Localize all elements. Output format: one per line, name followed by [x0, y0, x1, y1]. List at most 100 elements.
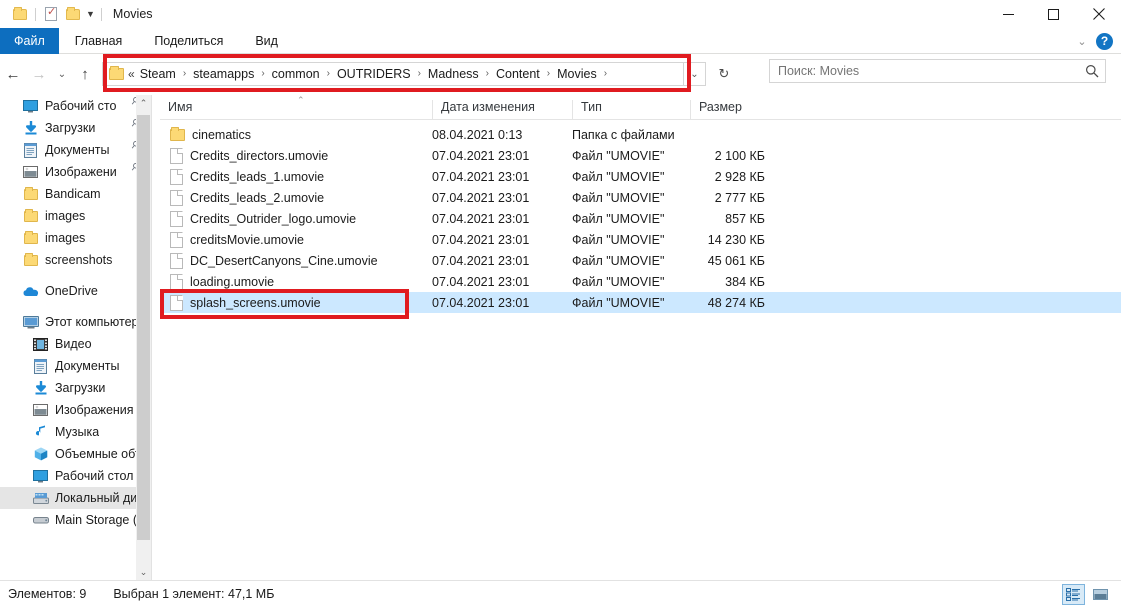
- sidebar-item-загрузки[interactable]: Загрузки ⚲: [0, 116, 152, 139]
- sidebar-item-onedrive[interactable]: OneDrive: [0, 280, 152, 302]
- file-name-label: creditsMovie.umovie: [190, 232, 304, 247]
- window-title: Movies: [112, 7, 153, 21]
- file-name-cell[interactable]: Credits_leads_1.umovie: [160, 168, 432, 185]
- search-input[interactable]: [776, 63, 1085, 79]
- file-name-cell[interactable]: cinematics: [160, 126, 432, 142]
- file-icon: [170, 189, 183, 206]
- local-disk-icon: [32, 490, 49, 506]
- large-icons-view-button[interactable]: [1089, 584, 1112, 605]
- properties-icon[interactable]: [40, 4, 62, 24]
- file-name-cell[interactable]: creditsMovie.umovie: [160, 231, 432, 248]
- sidebar-item-документы[interactable]: Документы: [0, 355, 152, 377]
- breadcrumb-item-steamapps[interactable]: steamapps: [191, 67, 256, 81]
- forward-button[interactable]: →: [26, 59, 52, 89]
- tab-file[interactable]: Файл: [0, 28, 59, 54]
- new-folder-icon[interactable]: [62, 4, 84, 24]
- sidebar-item-bandicam[interactable]: Bandicam: [0, 183, 152, 205]
- sidebar-item-images[interactable]: images: [0, 205, 152, 227]
- breadcrumb-item-content[interactable]: Content: [494, 67, 542, 81]
- column-header-type[interactable]: Тип: [572, 100, 690, 119]
- address-dropdown-icon[interactable]: ⌄: [684, 62, 706, 86]
- back-button[interactable]: ←: [0, 59, 26, 89]
- tab-share[interactable]: Поделиться: [138, 28, 239, 54]
- table-row[interactable]: DC_DesertCanyons_Cine.umovie 07.04.2021 2…: [160, 250, 1121, 271]
- table-row[interactable]: Credits_leads_2.umovie 07.04.2021 23:01 Фа…: [160, 187, 1121, 208]
- breadcrumb-item-outriders[interactable]: OUTRIDERS: [335, 67, 413, 81]
- table-row[interactable]: Credits_directors.umovie 07.04.2021 23:01…: [160, 145, 1121, 166]
- details-view-button[interactable]: [1062, 584, 1085, 605]
- chevron-down-icon[interactable]: ▼: [84, 9, 97, 19]
- file-type-cell: Файл "UMOVIE": [572, 274, 665, 289]
- chevron-down-icon[interactable]: ⌄: [1070, 35, 1094, 48]
- navigation-pane[interactable]: Рабочий сто ⚲ Загрузки ⚲ Документы ⚲ Изображен…: [0, 95, 152, 580]
- file-name-cell[interactable]: Credits_leads_2.umovie: [160, 189, 432, 206]
- sidebar-item-загрузки[interactable]: Загрузки: [0, 377, 152, 399]
- tab-view[interactable]: Вид: [239, 28, 294, 54]
- sidebar-item-рабочий-сто[interactable]: Рабочий сто ⚲: [0, 95, 152, 117]
- file-date-cell: 07.04.2021 23:01: [432, 190, 530, 205]
- folder-icon[interactable]: [9, 4, 31, 24]
- table-row[interactable]: creditsMovie.umovie 07.04.2021 23:01 Файл …: [160, 229, 1121, 250]
- breadcrumb-separator-icon[interactable]: ›: [599, 69, 612, 79]
- sidebar-item-музыка[interactable]: Музыка: [0, 421, 152, 443]
- sidebar-item-локальный-дис[interactable]: Локальный дис: [0, 487, 152, 509]
- breadcrumb-separator-icon[interactable]: ›: [481, 69, 494, 79]
- breadcrumb-separator-icon[interactable]: ›: [413, 69, 426, 79]
- breadcrumb-separator-icon[interactable]: ›: [322, 69, 335, 79]
- table-row[interactable]: Credits_Outrider_logo.umovie 07.04.2021 2…: [160, 208, 1121, 229]
- file-name-cell[interactable]: Credits_Outrider_logo.umovie: [160, 210, 432, 227]
- breadcrumb-item-madness[interactable]: Madness: [426, 67, 481, 81]
- file-date-cell: 07.04.2021 23:01: [432, 169, 530, 184]
- sidebar-item-видео[interactable]: Видео: [0, 333, 152, 355]
- file-name-cell[interactable]: loading.umovie: [160, 273, 432, 290]
- column-header-name[interactable]: Имя: [160, 100, 432, 119]
- file-size-cell: 2 777 КБ: [714, 190, 765, 205]
- tab-home[interactable]: Главная: [59, 28, 139, 54]
- file-list[interactable]: cinematics 08.04.2021 0:13 Папка с файлами…: [160, 124, 1121, 579]
- sidebar-item-screenshots[interactable]: screenshots: [0, 249, 152, 271]
- file-icon: [170, 273, 183, 290]
- nav-pane-scrollbar[interactable]: ⌃ ⌄: [136, 95, 151, 580]
- breadcrumb-overflow-icon[interactable]: «: [128, 67, 135, 81]
- breadcrumb-item-common[interactable]: common: [270, 67, 322, 81]
- breadcrumb-item-movies[interactable]: Movies: [555, 67, 599, 81]
- recent-locations-button[interactable]: ⌄: [52, 59, 72, 89]
- maximize-icon[interactable]: [1031, 0, 1076, 28]
- sidebar-item-рабочий-стол[interactable]: Рабочий стол: [0, 465, 152, 487]
- sidebar-item-main-storage-d[interactable]: Main Storage (D: [0, 509, 152, 531]
- search-box[interactable]: [769, 59, 1106, 83]
- sidebar-item-images[interactable]: images: [0, 227, 152, 249]
- up-button[interactable]: ↑: [72, 59, 98, 89]
- search-icon[interactable]: [1085, 64, 1099, 78]
- breadcrumb-separator-icon[interactable]: ›: [256, 69, 269, 79]
- minimize-icon[interactable]: [986, 0, 1031, 28]
- sidebar-item-этот-компьютер[interactable]: Этот компьютер: [0, 311, 152, 333]
- sidebar-item-label: Рабочий сто: [45, 99, 117, 113]
- file-name-cell[interactable]: Credits_directors.umovie: [160, 147, 432, 164]
- file-type-cell: Файл "UMOVIE": [572, 211, 665, 226]
- breadcrumb-separator-icon[interactable]: ›: [178, 69, 191, 79]
- close-icon[interactable]: [1076, 0, 1121, 28]
- column-header-size[interactable]: Размер: [690, 100, 770, 119]
- scroll-up-icon[interactable]: ⌃: [136, 95, 151, 111]
- help-icon[interactable]: ?: [1096, 32, 1113, 50]
- file-name-cell[interactable]: splash_screens.umovie: [160, 294, 432, 311]
- breadcrumb-separator-icon[interactable]: ›: [542, 69, 555, 79]
- sidebar-item-объемные-объ[interactable]: Объемные объ: [0, 443, 152, 465]
- sidebar-item-label: Этот компьютер: [45, 315, 139, 329]
- sidebar-item-изображени[interactable]: Изображени ⚲: [0, 160, 152, 183]
- sidebar-item-документы[interactable]: Документы ⚲: [0, 138, 152, 161]
- table-row[interactable]: Credits_leads_1.umovie 07.04.2021 23:01 Фа…: [160, 166, 1121, 187]
- scroll-down-icon[interactable]: ⌄: [136, 564, 151, 580]
- refresh-icon[interactable]: ↻: [710, 62, 738, 86]
- table-row[interactable]: loading.umovie 07.04.2021 23:01 Файл "UMOV…: [160, 271, 1121, 292]
- address-bar[interactable]: « Steam › steamapps › common › OUTRIDERS…: [102, 62, 684, 86]
- table-row[interactable]: splash_screens.umovie 07.04.2021 23:01 Фай…: [160, 292, 1121, 313]
- table-row[interactable]: cinematics 08.04.2021 0:13 Папка с файлами: [160, 124, 1121, 145]
- column-header-date[interactable]: Дата изменения: [432, 100, 572, 119]
- nav-scroll-thumb[interactable]: [137, 115, 150, 540]
- breadcrumb-item-steam[interactable]: Steam: [138, 67, 178, 81]
- sidebar-item-label: Загрузки: [55, 381, 106, 395]
- sidebar-item-изображения[interactable]: Изображения: [0, 399, 152, 421]
- file-name-cell[interactable]: DC_DesertCanyons_Cine.umovie: [160, 252, 432, 269]
